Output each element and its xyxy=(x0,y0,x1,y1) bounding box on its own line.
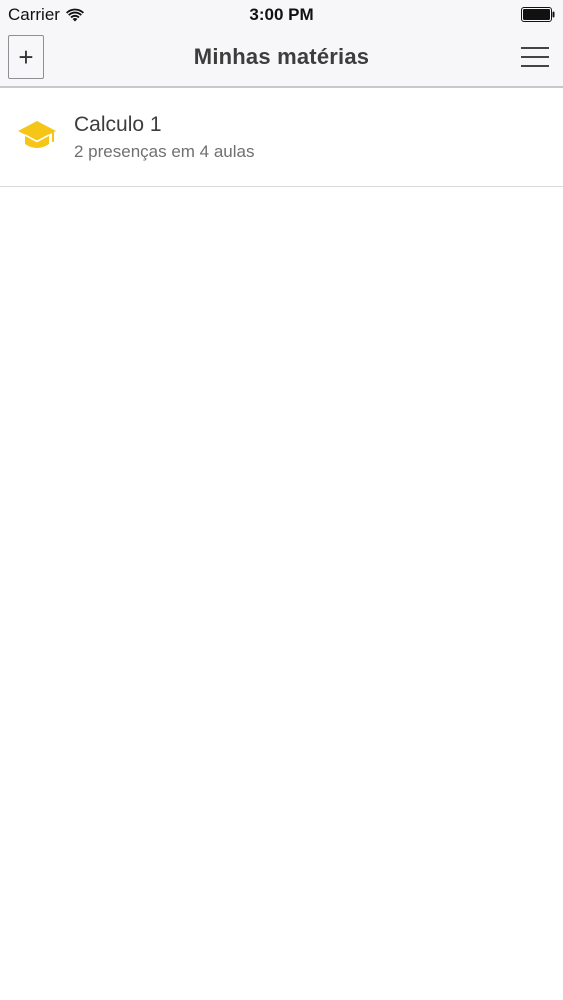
menu-line xyxy=(521,65,549,67)
menu-line xyxy=(521,47,549,49)
navigation-bar: + Minhas matérias xyxy=(0,30,563,88)
status-time: 3:00 PM xyxy=(249,5,314,24)
graduation-cap-icon xyxy=(18,121,56,148)
page-title: Minhas matérias xyxy=(193,44,370,69)
app-screen: Carrier 3:00 PM + Minhas matérias Calcul… xyxy=(0,0,563,1000)
status-bar: Carrier 3:00 PM xyxy=(0,0,563,30)
subject-name: Calculo 1 xyxy=(74,113,162,136)
subject-list-item[interactable]: Calculo 1 2 presenças em 4 aulas xyxy=(0,88,563,187)
battery-icon xyxy=(521,7,555,22)
menu-line xyxy=(521,56,549,58)
hamburger-menu-icon[interactable] xyxy=(521,44,551,70)
subject-attendance-summary: 2 presenças em 4 aulas xyxy=(74,142,255,161)
subjects-list: Calculo 1 2 presenças em 4 aulas xyxy=(0,88,563,187)
